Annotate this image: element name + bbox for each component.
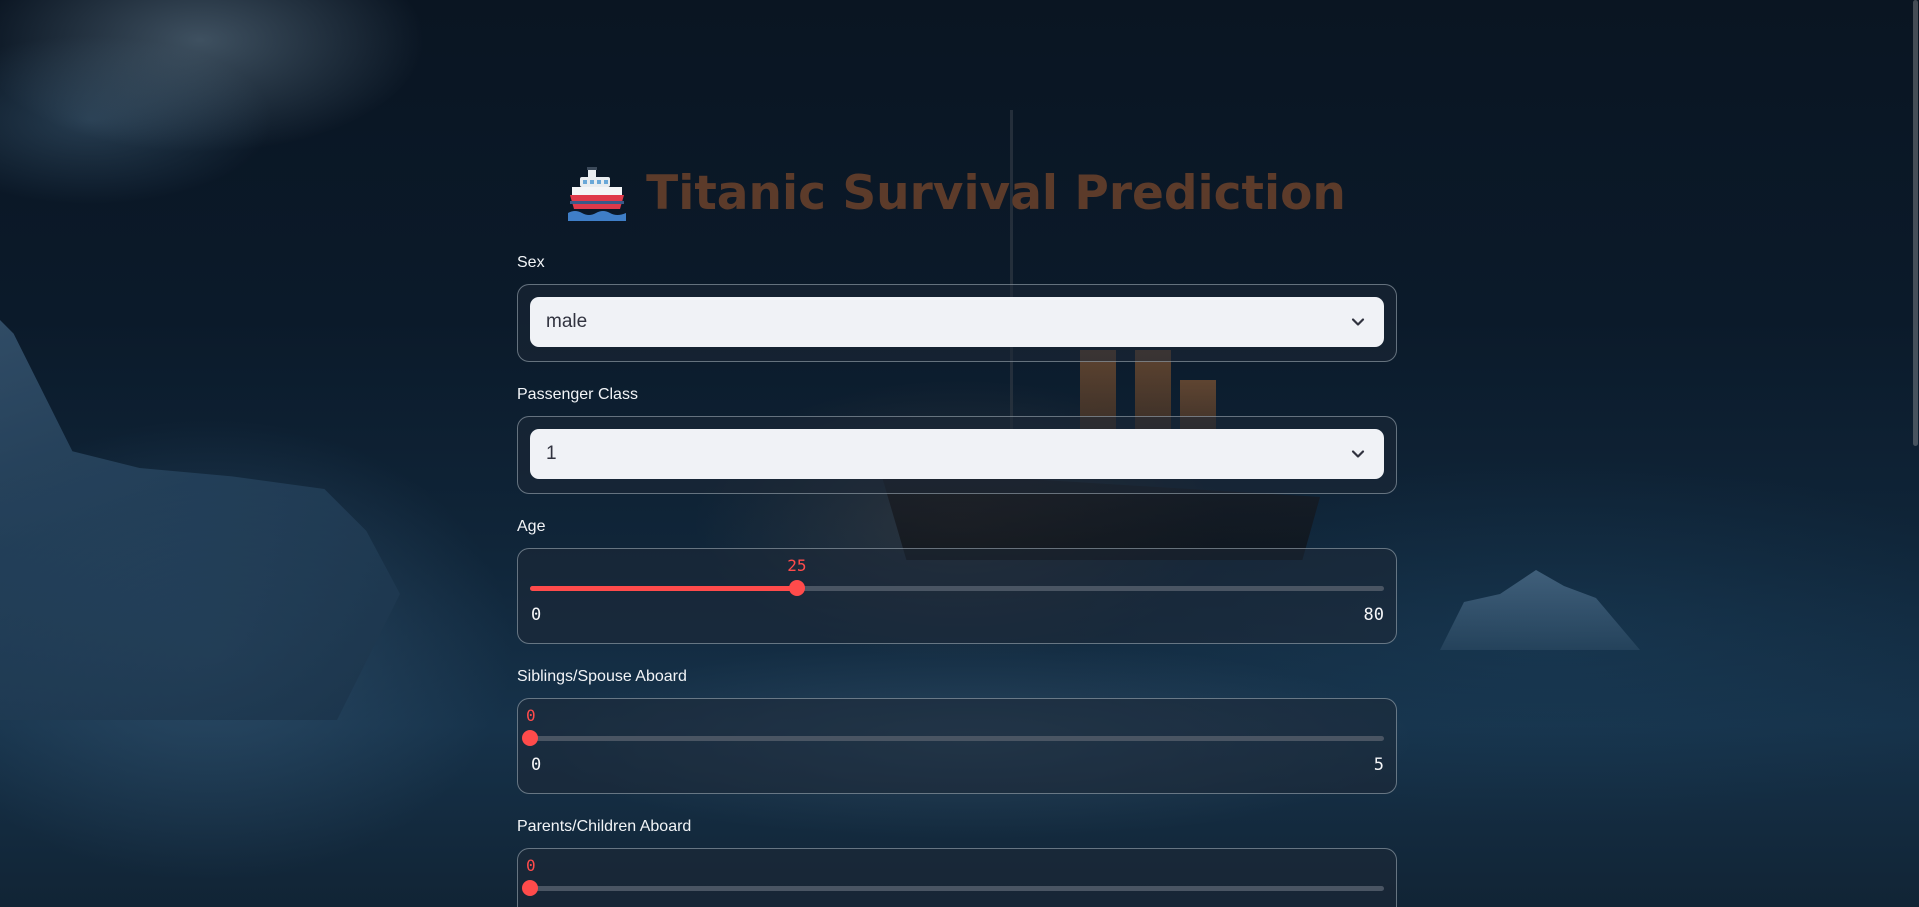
sibsp-slider-max: 5 bbox=[1373, 755, 1384, 775]
page-header: Titanic Survival Prediction bbox=[517, 165, 1397, 221]
parch-slider-value: 0 bbox=[526, 856, 536, 875]
app-background: Titanic Survival Prediction Sex male Pas… bbox=[0, 0, 1919, 907]
age-slider-value: 25 bbox=[787, 556, 807, 575]
scrollbar-thumb[interactable] bbox=[1913, 0, 1918, 446]
sex-label: Sex bbox=[517, 254, 545, 271]
parch-panel: 0 bbox=[517, 848, 1397, 907]
parch-label: Parents/Children Aboard bbox=[517, 818, 692, 835]
sibsp-label: Siblings/Spouse Aboard bbox=[517, 668, 687, 685]
age-label: Age bbox=[517, 518, 546, 535]
chevron-down-icon bbox=[1351, 318, 1365, 326]
iceberg-left bbox=[0, 300, 400, 720]
age-slider-thumb[interactable] bbox=[788, 580, 805, 596]
age-slider-track[interactable] bbox=[530, 580, 1384, 596]
sibsp-slider-value: 0 bbox=[526, 706, 536, 725]
ship-icon bbox=[568, 165, 627, 221]
sex-selected-value: male bbox=[546, 311, 588, 332]
sibsp-slider-track[interactable] bbox=[522, 730, 1384, 746]
pclass-panel: 1 bbox=[517, 416, 1397, 494]
age-panel: 25 0 80 bbox=[517, 548, 1397, 644]
pclass-label: Passenger Class bbox=[517, 386, 638, 403]
sibsp-slider-min: 0 bbox=[531, 755, 542, 775]
age-slider-min: 0 bbox=[531, 605, 542, 625]
pclass-selected-value: 1 bbox=[546, 443, 557, 464]
age-slider-fill bbox=[530, 586, 797, 591]
sibsp-panel: 0 0 5 bbox=[517, 698, 1397, 794]
sibsp-slider-thumb[interactable] bbox=[522, 730, 538, 746]
iceberg-right bbox=[1440, 570, 1640, 650]
sex-select[interactable]: male bbox=[530, 297, 1384, 347]
pclass-select[interactable]: 1 bbox=[530, 429, 1384, 479]
scrollbar[interactable] bbox=[1913, 0, 1919, 907]
page-title: Titanic Survival Prediction bbox=[646, 165, 1346, 221]
sex-panel: male bbox=[517, 284, 1397, 362]
parch-slider-thumb[interactable] bbox=[522, 880, 538, 896]
chevron-down-icon bbox=[1351, 450, 1365, 458]
parch-slider-track[interactable] bbox=[522, 880, 1384, 896]
age-slider-max: 80 bbox=[1363, 605, 1384, 625]
